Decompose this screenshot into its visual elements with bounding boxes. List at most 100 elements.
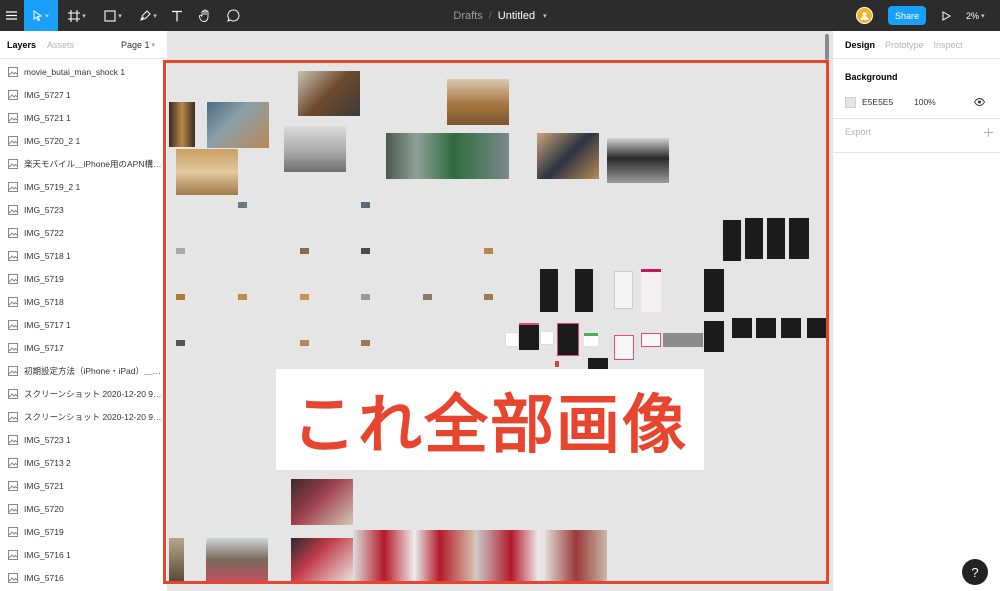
chevron-down-icon: ▾ <box>82 12 86 20</box>
pen-tool-button[interactable]: ▾ <box>133 0 163 31</box>
layer-item[interactable]: IMG_5718 1 <box>0 244 167 267</box>
tab-design[interactable]: Design <box>845 40 875 50</box>
file-name[interactable]: Untitled <box>498 10 535 22</box>
layer-item[interactable]: IMG_5723 <box>0 198 167 221</box>
background-section-title: Background <box>845 72 898 82</box>
image-icon <box>8 572 18 583</box>
text-tool-button[interactable] <box>166 0 188 31</box>
layer-item[interactable]: IMG_5723 1 <box>0 428 167 451</box>
play-icon <box>942 10 951 21</box>
breadcrumb-separator: / <box>488 9 492 22</box>
layer-item[interactable]: IMG_5713 2 <box>0 451 167 474</box>
main-menu-button[interactable] <box>0 0 22 31</box>
layer-item[interactable]: IMG_5719 <box>0 267 167 290</box>
image-icon <box>8 135 18 146</box>
layer-label: IMG_5718 1 <box>24 250 71 261</box>
image-icon <box>8 526 18 537</box>
color-swatch[interactable] <box>845 96 856 108</box>
layer-item[interactable]: IMG_5722 <box>0 221 167 244</box>
layer-item[interactable]: movie_butai_man_shock 1 <box>0 60 167 83</box>
layer-item[interactable]: スクリーンショット 2020-12-20 9.52... <box>0 382 167 405</box>
image-icon <box>8 158 18 169</box>
image-icon <box>8 411 18 422</box>
background-opacity[interactable]: 100% <box>914 97 974 107</box>
chevron-down-icon: ▾ <box>45 12 49 20</box>
layer-label: IMG_5721 <box>24 480 64 491</box>
frame-icon <box>68 9 81 22</box>
layer-label: IMG_5717 1 <box>24 319 71 330</box>
image-icon <box>8 319 18 330</box>
breadcrumb-project[interactable]: Drafts <box>453 10 482 22</box>
image-icon <box>8 250 18 261</box>
layer-item[interactable]: IMG_5716 1 <box>0 543 167 566</box>
image-icon <box>8 112 18 123</box>
rectangle-icon <box>104 9 116 22</box>
toolbar: ▾ ▾ ▾ ▾ Drafts / Untitled ▾ Share 2% ▾ <box>0 0 1000 31</box>
layer-label: スクリーンショット 2020-12-20 9.52... <box>24 388 162 399</box>
properties-panel: Design Prototype Inspect Background E5E5… <box>832 31 1000 591</box>
shape-tool-button[interactable]: ▾ <box>98 0 128 31</box>
canvas-scrollbar[interactable] <box>825 34 829 60</box>
tab-prototype[interactable]: Prototype <box>885 40 924 50</box>
avatar[interactable] <box>856 7 873 24</box>
tab-assets[interactable]: Assets <box>47 40 74 50</box>
layer-item[interactable]: IMG_5716 <box>0 566 167 589</box>
zoom-control[interactable]: 2% ▾ <box>966 0 985 31</box>
layer-item[interactable]: スクリーンショット 2020-12-20 9.39... <box>0 405 167 428</box>
text-icon <box>172 10 182 21</box>
share-button[interactable]: Share <box>888 6 926 25</box>
comment-tool-button[interactable] <box>222 0 244 31</box>
background-fill-row[interactable]: E5E5E5 100% <box>845 95 995 109</box>
image-icon <box>8 503 18 514</box>
left-panel-tabs: Layers Assets Page 1 ▾ <box>0 31 167 59</box>
image-icon <box>8 66 18 77</box>
layer-label: IMG_5723 1 <box>24 434 71 445</box>
layer-list: movie_butai_man_shock 1 IMG_5727 1 IMG_5… <box>0 59 167 589</box>
page-selector[interactable]: Page 1 ▾ <box>121 31 155 59</box>
layer-label: IMG_5721 1 <box>24 112 71 123</box>
layer-item[interactable]: IMG_5720 <box>0 497 167 520</box>
layer-item[interactable]: 楽天モバイル＿iPhone用のAPN構成... <box>0 152 167 175</box>
layer-item[interactable]: IMG_5719 <box>0 520 167 543</box>
layer-label: IMG_5718 <box>24 296 64 307</box>
eye-icon[interactable] <box>974 98 985 106</box>
user-icon <box>860 12 869 20</box>
help-button[interactable]: ? <box>962 559 988 585</box>
layer-item[interactable]: IMG_5721 <box>0 474 167 497</box>
export-section: Export <box>845 127 993 137</box>
layer-item[interactable]: 初期設定方法（iPhone・iPad）＿＿... <box>0 359 167 382</box>
layer-item[interactable]: IMG_5717 <box>0 336 167 359</box>
layer-label: IMG_5719 <box>24 273 64 284</box>
layer-label: IMG_5716 <box>24 572 64 583</box>
zoom-level: 2% <box>966 10 980 21</box>
chevron-down-icon[interactable]: ▾ <box>543 12 547 20</box>
hand-tool-button[interactable] <box>194 0 216 31</box>
image-icon <box>8 89 18 100</box>
layer-item[interactable]: IMG_5719_2 1 <box>0 175 167 198</box>
tab-layers[interactable]: Layers <box>7 40 36 50</box>
layer-item[interactable]: IMG_5721 1 <box>0 106 167 129</box>
image-icon <box>8 365 18 376</box>
hamburger-icon <box>5 11 17 20</box>
layer-item[interactable]: IMG_5727 1 <box>0 83 167 106</box>
layer-label: スクリーンショット 2020-12-20 9.39... <box>24 411 162 422</box>
layer-item[interactable]: IMG_5717 1 <box>0 313 167 336</box>
image-icon <box>8 227 18 238</box>
layer-item[interactable]: IMG_5718 <box>0 290 167 313</box>
export-section-title: Export <box>845 127 872 137</box>
present-button[interactable] <box>936 0 956 31</box>
move-tool-button[interactable]: ▾ <box>24 0 58 31</box>
highlight-outline <box>163 60 829 584</box>
background-hex[interactable]: E5E5E5 <box>862 97 914 107</box>
frame-tool-button[interactable]: ▾ <box>62 0 92 31</box>
layer-label: IMG_5720_2 1 <box>24 135 81 146</box>
annotation-text: これ全部画像 <box>292 388 688 463</box>
layers-panel: Layers Assets Page 1 ▾ movie_butai_man_s… <box>0 31 168 591</box>
plus-icon[interactable] <box>984 127 993 137</box>
chevron-down-icon: ▾ <box>118 12 122 20</box>
layer-label: IMG_5719_2 1 <box>24 181 81 192</box>
image-icon <box>8 480 18 491</box>
layer-item[interactable]: IMG_5720_2 1 <box>0 129 167 152</box>
tab-inspect[interactable]: Inspect <box>934 40 963 50</box>
layer-label: IMG_5723 <box>24 204 64 215</box>
